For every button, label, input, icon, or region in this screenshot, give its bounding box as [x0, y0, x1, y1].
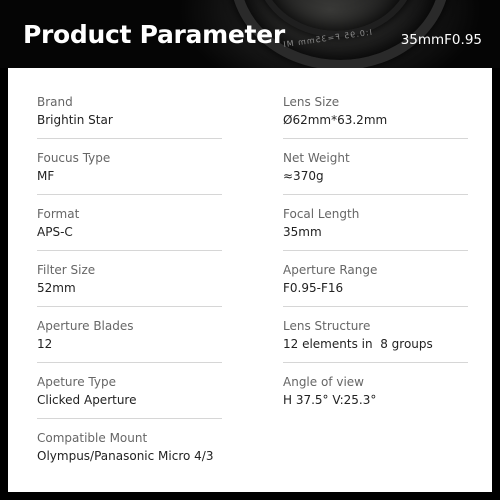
param-value: 35mm	[283, 225, 322, 239]
divider	[37, 418, 222, 419]
divider	[283, 138, 468, 139]
divider	[37, 138, 222, 139]
param-value: Clicked Aperture	[37, 393, 137, 407]
divider	[283, 362, 468, 363]
param-brand: Brand Brightin Star	[37, 95, 222, 127]
param-label: Foucus Type	[37, 151, 111, 165]
param-net-weight: Net Weight ≈370g	[283, 151, 468, 183]
param-value: H 37.5° V:25.3°	[283, 393, 377, 407]
param-label: Focal Length	[283, 207, 360, 221]
divider	[37, 194, 222, 195]
param-value: ≈370g	[283, 169, 324, 183]
param-aperture-blades: Aperture Blades 12	[37, 319, 222, 351]
param-angle-of-view: Angle of view H 37.5° V:25.3°	[283, 375, 468, 407]
param-label: Apeture Type	[37, 375, 116, 389]
param-label: Angle of view	[283, 375, 364, 389]
param-label: Format	[37, 207, 80, 221]
divider	[283, 306, 468, 307]
param-value: Brightin Star	[37, 113, 113, 127]
param-aperture-type: Apeture Type Clicked Aperture	[37, 375, 222, 407]
param-aperture-range: Aperture Range F0.95-F16	[283, 263, 468, 295]
param-format: Format APS-C	[37, 207, 222, 239]
parameter-panel: Brand Brightin Star Foucus Type MF Forma…	[8, 68, 492, 492]
param-filter-size: Filter Size 52mm	[37, 263, 222, 295]
param-value: MF	[37, 169, 55, 183]
param-focal-length: Focal Length 35mm	[283, 207, 468, 239]
divider	[37, 362, 222, 363]
param-label: Filter Size	[37, 263, 96, 277]
page-title: Product Parameter	[23, 20, 285, 49]
param-lens-structure: Lens Structure 12 elements in 8 groups	[283, 319, 468, 351]
param-value: 12	[37, 337, 53, 351]
param-label: Brand	[37, 95, 73, 109]
param-value: 52mm	[37, 281, 76, 295]
divider	[283, 250, 468, 251]
param-value: APS-C	[37, 225, 73, 239]
divider	[37, 250, 222, 251]
param-focus-type: Foucus Type MF	[37, 151, 222, 183]
header-banner: I:0.95 F=35mm MI Product Parameter 35mmF…	[0, 0, 500, 68]
model-label: 35mmF0.95	[400, 32, 482, 48]
param-value: 12 elements in 8 groups	[283, 337, 433, 351]
param-label: Aperture Blades	[37, 319, 134, 333]
divider	[283, 194, 468, 195]
param-label: Compatible Mount	[37, 431, 148, 445]
param-label: Lens Structure	[283, 319, 371, 333]
param-value: Ø62mm*63.2mm	[283, 113, 388, 127]
param-value: F0.95-F16	[283, 281, 344, 295]
param-value: Olympus/Panasonic Micro 4/3	[37, 449, 214, 463]
param-label: Lens Size	[283, 95, 340, 109]
divider	[37, 306, 222, 307]
param-compatible-mount: Compatible Mount Olympus/Panasonic Micro…	[37, 431, 297, 463]
param-label: Net Weight	[283, 151, 350, 165]
param-lens-size: Lens Size Ø62mm*63.2mm	[283, 95, 468, 127]
param-label: Aperture Range	[283, 263, 378, 277]
